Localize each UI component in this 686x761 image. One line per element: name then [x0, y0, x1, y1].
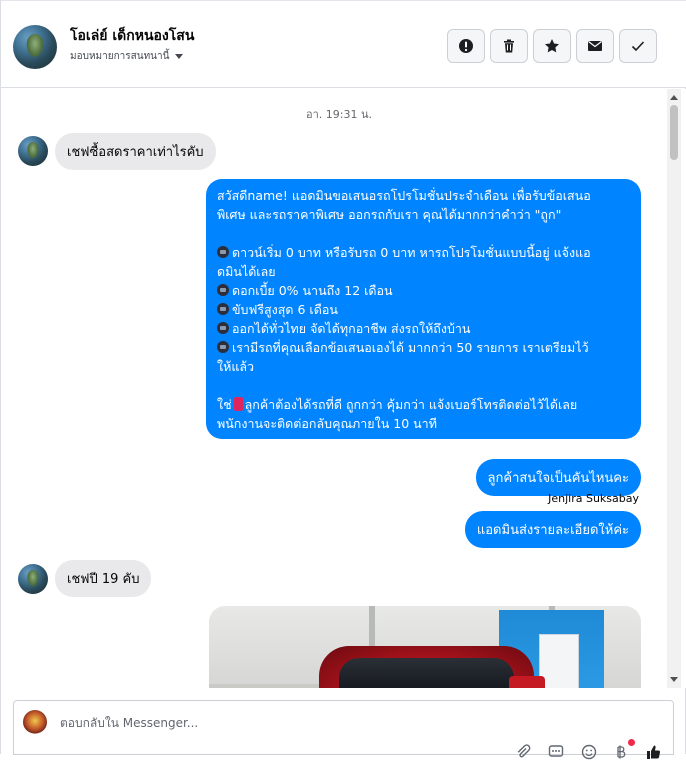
- sender-name: Jenjira Suksabay: [548, 492, 639, 505]
- promo-line: ดมินได้เลย: [217, 264, 276, 279]
- mark-unread-button[interactable]: [576, 29, 614, 63]
- page-avatar: [23, 710, 47, 734]
- baht-icon: [617, 745, 626, 759]
- promo-line: ออกได้ทั่วไทย จัดได้ทุกอาชีพ ส่งรถให้ถึง…: [217, 319, 630, 338]
- inbox-conversation-panel: โอเล่ย์ เด็กหนองโสน มอบหมายการสนทนานี้ อ…: [0, 0, 686, 760]
- caret-down-icon: [175, 54, 184, 59]
- promo-line: พนักงานจะติดต่อกลับคุณภายใน 10 นาที: [217, 416, 437, 431]
- car-emoji-icon: [217, 322, 229, 334]
- incoming-message[interactable]: เชฟซื้อสดราคาเท่าไรคับ: [55, 133, 216, 170]
- alert-icon: [459, 39, 473, 53]
- scroll-up-arrow-icon[interactable]: [670, 95, 678, 100]
- saved-replies-button[interactable]: [547, 743, 565, 761]
- car-emoji-icon: [217, 284, 229, 296]
- attach-file-button[interactable]: [514, 743, 532, 761]
- payment-button[interactable]: [612, 743, 630, 761]
- saved-reply-icon: [548, 745, 564, 757]
- mark-done-button[interactable]: [619, 29, 657, 63]
- star-button[interactable]: [533, 29, 571, 63]
- promo-line: ใช่ ลูกค้าต้องได้รถที่ดี ถูกกว่า คุ้มกว่า…: [217, 397, 578, 412]
- contact-avatar[interactable]: [13, 25, 57, 69]
- red-emoji-icon: [233, 397, 243, 411]
- reply-composer[interactable]: ตอบกลับใน Messenger...: [13, 700, 674, 760]
- thumbs-up-icon: [647, 745, 661, 759]
- contact-name[interactable]: โอเล่ย์ เด็กหนองโสน: [70, 25, 194, 47]
- emoji-button[interactable]: [580, 743, 598, 761]
- mark-spam-button[interactable]: [447, 29, 485, 63]
- trash-icon: [504, 39, 514, 53]
- car-emoji-icon: [217, 341, 229, 353]
- promo-line: ขับฟรีสูงสุด 6 เดือน: [217, 300, 630, 319]
- reply-input[interactable]: ตอบกลับใน Messenger...: [60, 714, 198, 733]
- message-thread[interactable]: อา. 19:31 น. เชฟซื้อสดราคาเท่าไรคับ สวัส…: [1, 89, 686, 688]
- outgoing-promo-message[interactable]: สวัสดีname! แอดมินขอเสนอรถโปรโมชั่นประจำ…: [206, 179, 641, 439]
- scroll-down-arrow-icon[interactable]: [670, 677, 678, 682]
- incoming-message[interactable]: เชฟปี 19 คับ: [55, 560, 152, 597]
- thread-scrollbar[interactable]: [667, 89, 681, 688]
- promo-line: ให้แล้ว: [217, 359, 255, 374]
- assign-conversation-dropdown[interactable]: มอบหมายการสนทนานี้: [70, 49, 184, 64]
- promo-line: ดอกเบี้ย 0% นานถึง 12 เดือน: [217, 281, 630, 300]
- like-button[interactable]: [644, 743, 662, 761]
- conversation-header: โอเล่ย์ เด็กหนองโสน มอบหมายการสนทนานี้: [1, 1, 686, 88]
- car-emoji-icon: [217, 246, 229, 258]
- outgoing-message[interactable]: ลูกค้าสนใจเป็นคันไหนคะ: [475, 459, 641, 496]
- assign-label: มอบหมายการสนทนานี้: [70, 51, 170, 62]
- scroll-thumb[interactable]: [670, 105, 678, 160]
- promo-blank-line: [217, 224, 630, 243]
- star-icon: [545, 39, 559, 53]
- check-icon: [631, 41, 645, 52]
- promo-line: พิเศษ และรถราคาพิเศษ ออกรถกับเรา คุณได้ม…: [217, 207, 562, 222]
- smiley-icon: [581, 744, 597, 760]
- contact-avatar-small: [18, 564, 48, 594]
- car-emoji-icon: [217, 303, 229, 315]
- message-timestamp: อา. 19:31 น.: [306, 108, 372, 121]
- outgoing-message[interactable]: แอดมินส่งรายละเอียดให้ค่ะ: [464, 511, 641, 548]
- envelope-icon: [588, 41, 602, 51]
- delete-button[interactable]: [490, 29, 528, 63]
- promo-line: เรามีรถที่คุณเลือกข้อเสนอเองได้ มากกว่า …: [217, 338, 630, 357]
- notification-dot: [628, 739, 635, 746]
- contact-avatar-small: [18, 136, 48, 166]
- promo-line: ดาวน์เริ่ม 0 บาท หรือรับรถ 0 บาท หารถโปร…: [217, 243, 630, 262]
- outgoing-photo-attachment[interactable]: [209, 606, 641, 688]
- promo-line: สวัสดีname! แอดมินขอเสนอรถโปรโมชั่นประจำ…: [217, 188, 591, 203]
- promo-blank-line: [217, 376, 630, 395]
- paperclip-icon: [517, 744, 531, 758]
